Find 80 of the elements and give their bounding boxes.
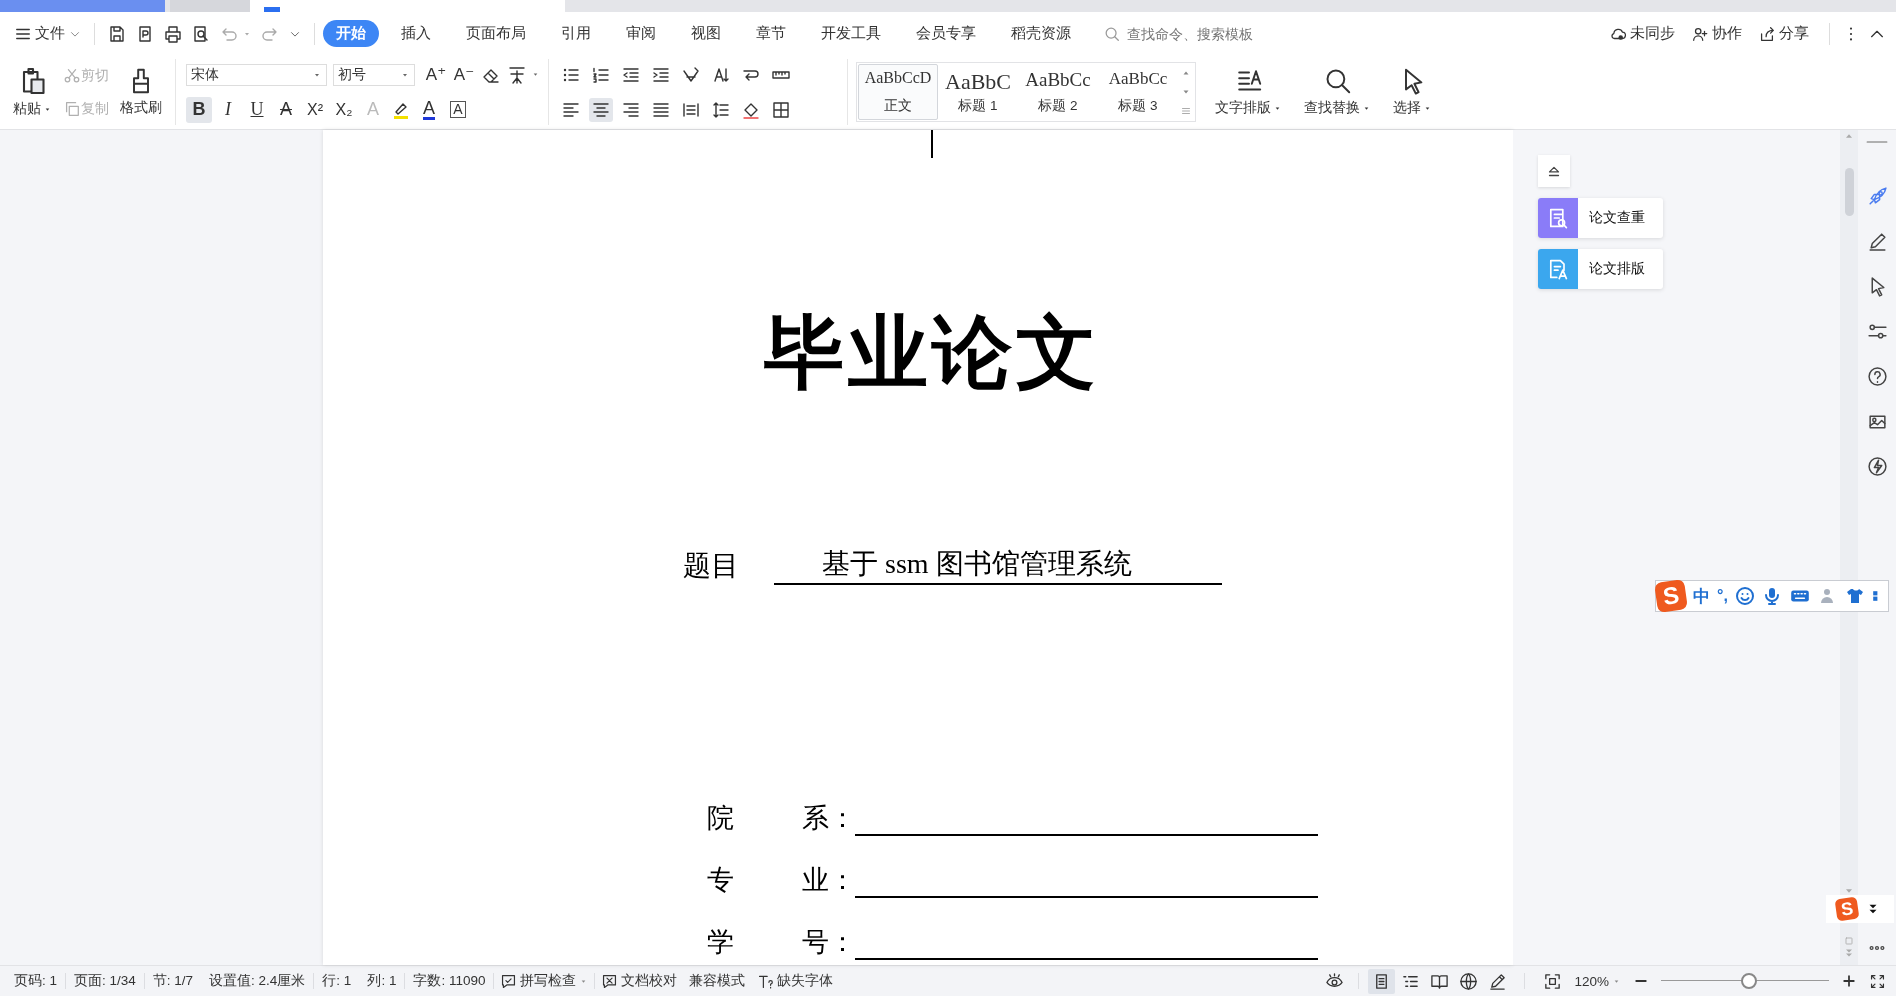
panel-item[interactable]: 论文查重 (1538, 198, 1663, 238)
field-label: 业： (802, 864, 855, 897)
menu-tab[interactable]: 会员专享 (903, 20, 989, 47)
font-color-button[interactable]: A (416, 96, 442, 123)
field-label: 系： (802, 802, 855, 835)
collaborate-button[interactable]: 协作 (1687, 20, 1746, 47)
collapse-panel-button[interactable] (1538, 155, 1570, 187)
text-layout-button[interactable]: 文字排版 (1210, 59, 1287, 125)
underline-button[interactable]: U (244, 96, 270, 123)
subject-field: 基于 ssm 图书馆管理系统 (774, 545, 1222, 585)
format-painter-button[interactable]: 格式刷 (115, 59, 167, 125)
align-center-icon[interactable] (589, 97, 613, 122)
zoom-slider-thumb[interactable] (1741, 973, 1758, 989)
proofread-button[interactable]: 文档校对 (595, 970, 684, 992)
missing-font-button[interactable]: 缺失字体 (751, 970, 840, 992)
field-label: 专 (707, 864, 735, 897)
style-preset[interactable]: AaBbCc 标题 2 (1018, 64, 1098, 120)
page-view-icon[interactable] (1368, 968, 1396, 994)
lightning-icon[interactable] (1866, 456, 1888, 477)
field-label: 院 (707, 802, 735, 835)
scissors-icon (63, 66, 81, 85)
check-comment-icon (500, 972, 518, 990)
panel-item[interactable]: 论文排版 (1538, 249, 1663, 289)
cross-comment-icon (601, 972, 619, 990)
menu-tab[interactable]: 开始 (323, 20, 379, 47)
menu-tab[interactable]: 审阅 (613, 20, 669, 47)
font-name-dropdown[interactable]: 宋体 (186, 63, 327, 86)
subscript-button[interactable]: X₂ (331, 96, 357, 123)
tab-icon (264, 7, 280, 12)
grow-font-button[interactable]: A⁺ (423, 61, 449, 88)
zoom-slider[interactable] (1661, 973, 1829, 989)
file-menu-button[interactable]: 文件 (10, 20, 86, 47)
strikethrough-button[interactable]: A (273, 96, 299, 123)
help-icon[interactable] (1866, 366, 1888, 387)
bold-button[interactable]: B (186, 96, 212, 123)
status-text: 页码: 1 (13, 972, 58, 990)
sliders-icon[interactable] (1866, 321, 1888, 342)
scrollbar-thumb[interactable] (1844, 168, 1854, 216)
input-mode-toggle[interactable]: 中 (1693, 584, 1710, 608)
share-button[interactable]: 分享 (1754, 20, 1813, 47)
menu-tab[interactable]: 引用 (548, 20, 604, 47)
browser-tab[interactable] (250, 0, 565, 12)
status-text: 节: 1/7 (151, 972, 195, 990)
menu-tab[interactable]: 稻壳资源 (998, 20, 1084, 47)
menu-tab[interactable]: 插入 (388, 20, 444, 47)
select-button[interactable]: 选择 (1388, 59, 1437, 125)
paste-button[interactable]: 粘贴 (8, 59, 57, 125)
search-field[interactable]: 查找命令、搜索模板 (1103, 24, 1299, 43)
menu-tab[interactable]: 页面布局 (453, 20, 539, 47)
italic-button[interactable]: I (215, 96, 241, 123)
document-title: 毕业论文 (763, 308, 1101, 399)
character-border-button[interactable]: A (445, 96, 471, 123)
style-preset[interactable]: AaBbCc 标题 3 (1098, 64, 1178, 120)
menu-tab[interactable]: 开发工具 (808, 20, 894, 47)
menu-tab[interactable]: 章节 (743, 20, 799, 47)
share-icon (1758, 24, 1776, 43)
shirt-icon[interactable] (1844, 586, 1865, 606)
status-text: 设置值: 2.4厘米 (208, 972, 307, 990)
find-replace-button[interactable]: 查找替换 (1299, 59, 1376, 125)
field-label: 号： (802, 926, 855, 959)
menu-tab[interactable]: 视图 (678, 20, 734, 47)
copy-icon (63, 99, 81, 118)
status-text: 页面: 1/34 (73, 972, 137, 990)
style-preset[interactable]: AaBbCcD 正文 (858, 64, 938, 120)
font-size-dropdown[interactable]: 初号 (333, 63, 415, 86)
field-label: 学 (707, 926, 735, 959)
sync-button[interactable]: 未同步 (1605, 20, 1679, 47)
status-text: 行: 1 (321, 972, 353, 990)
subject-label: 题目 (683, 549, 739, 583)
status-text: 列: 1 (366, 972, 398, 990)
zoom-level-dropdown[interactable]: 120% (1568, 971, 1627, 991)
smiley-icon[interactable] (1734, 586, 1755, 606)
text-cursor (931, 130, 933, 158)
spell-check-button[interactable]: 拼写检查 (494, 970, 595, 992)
shrink-font-button[interactable]: A⁻ (451, 61, 477, 88)
punctuation-toggle[interactable]: °, (1717, 587, 1728, 605)
style-preset[interactable]: AaBbC 标题 1 (938, 64, 1018, 120)
superscript-button[interactable]: X² (302, 96, 328, 123)
compatibility-mode-button[interactable]: 兼容模式 (683, 970, 752, 992)
status-text: 字数: 11090 (412, 972, 487, 990)
